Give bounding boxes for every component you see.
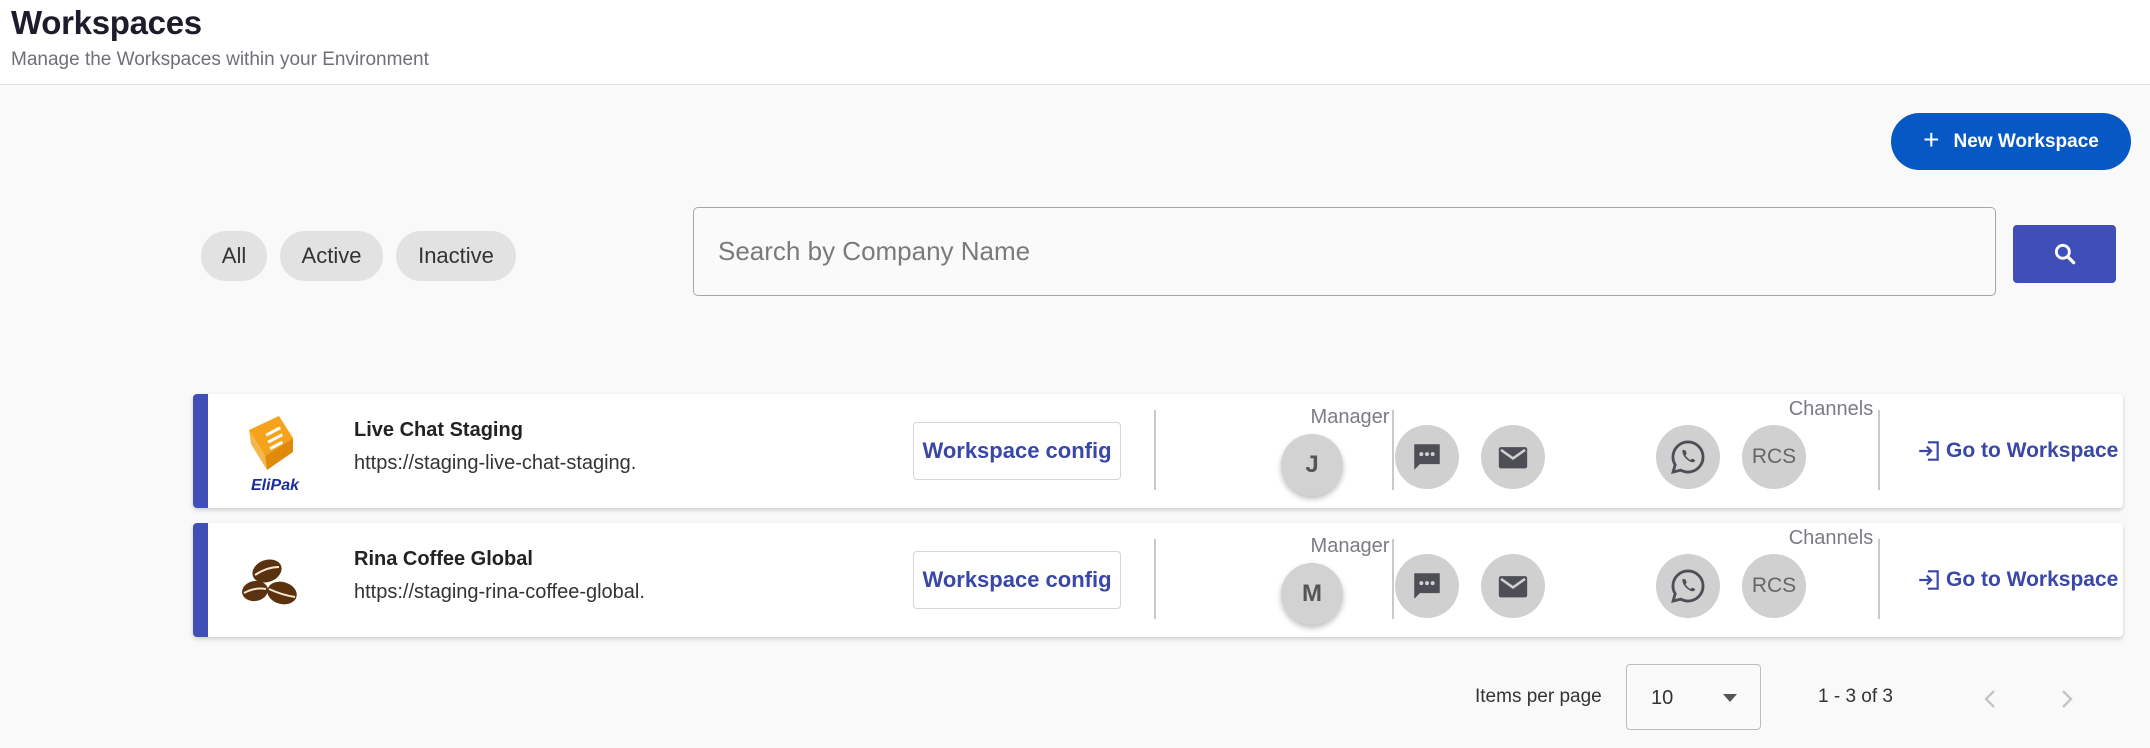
divider [1154, 539, 1156, 619]
channels-label: Channels [1788, 527, 1874, 549]
coffee-beans-logo [235, 537, 315, 623]
workspace-url: https://staging-live-chat-staging. [354, 452, 637, 474]
workspace-name: Live Chat Staging [354, 419, 523, 441]
page-header: Workspaces Manage the Workspaces within … [0, 0, 2150, 85]
workspace-name: Rina Coffee Global [354, 548, 533, 570]
card-accent-bar [193, 523, 208, 637]
manager-label: Manager [1310, 406, 1390, 428]
whatsapp-icon [1671, 440, 1705, 475]
go-to-workspace-link[interactable]: Go to Workspace [1916, 434, 2118, 468]
workspace-url: https://staging-rina-coffee-global. [354, 581, 645, 603]
search-box [693, 207, 1996, 296]
elipak-logo: EliPak [235, 408, 315, 494]
page-subtitle: Manage the Workspaces within your Enviro… [11, 49, 429, 70]
search-input[interactable] [718, 208, 1978, 295]
manager-label: Manager [1310, 535, 1390, 557]
filter-chip-active[interactable]: Active [280, 231, 383, 281]
pagination-range: 1 - 3 of 3 [1818, 686, 1893, 707]
svg-text:EliPak: EliPak [251, 477, 300, 494]
channel-rcs-button[interactable]: RCS [1742, 425, 1806, 489]
go-to-workspace-label: Go to Workspace [1946, 439, 2119, 462]
filter-chip-inactive[interactable]: Inactive [396, 231, 516, 281]
go-to-workspace-label: Go to Workspace [1946, 568, 2119, 591]
chevron-left-icon [1984, 690, 1995, 708]
channel-email-button[interactable] [1481, 554, 1545, 618]
card-accent-bar [193, 394, 208, 508]
divider [1878, 539, 1880, 619]
channel-whatsapp-button[interactable] [1656, 554, 1720, 618]
divider [1154, 410, 1156, 490]
items-per-page-value: 10 [1651, 687, 1674, 709]
workspace-config-button[interactable]: Workspace config [913, 422, 1121, 480]
manager-avatar[interactable]: M [1281, 563, 1343, 625]
page-title: Workspaces [11, 4, 202, 41]
search-icon [2054, 243, 2075, 265]
channel-whatsapp-button[interactable] [1656, 425, 1720, 489]
next-page-button[interactable] [2047, 679, 2087, 719]
caret-down-icon [1723, 694, 1737, 702]
divider [1878, 410, 1880, 490]
sms-icon [1414, 573, 1440, 599]
divider [1392, 410, 1394, 490]
channels-label: Channels [1788, 398, 1874, 420]
login-icon [1919, 441, 1939, 461]
search-button[interactable] [2013, 225, 2116, 283]
login-icon [1919, 570, 1939, 590]
manager-avatar[interactable]: J [1281, 434, 1343, 496]
plus-icon: + [1923, 124, 1940, 155]
email-icon [1498, 576, 1528, 598]
items-per-page-select[interactable]: 10 [1626, 664, 1761, 730]
previous-page-button[interactable] [1970, 679, 2010, 719]
workspace-card: EliPak Live Chat Staging https://staging… [193, 394, 2123, 508]
go-to-workspace-link[interactable]: Go to Workspace [1916, 563, 2118, 597]
new-workspace-label: New Workspace [1953, 130, 2099, 152]
divider [1392, 539, 1394, 619]
whatsapp-icon [1671, 569, 1705, 604]
items-per-page-label: Items per page [1475, 686, 1602, 707]
filter-chip-all[interactable]: All [201, 231, 267, 281]
sms-icon [1414, 444, 1440, 470]
workspace-config-button[interactable]: Workspace config [913, 551, 1121, 609]
channel-email-button[interactable] [1481, 425, 1545, 489]
channel-sms-button[interactable] [1395, 425, 1459, 489]
channel-sms-button[interactable] [1395, 554, 1459, 618]
workspace-card: Rina Coffee Global https://staging-rina-… [193, 523, 2123, 637]
email-icon [1498, 447, 1528, 469]
chevron-right-icon [2062, 690, 2073, 708]
channel-rcs-button[interactable]: RCS [1742, 554, 1806, 618]
new-workspace-button[interactable]: + New Workspace [1891, 113, 2131, 170]
